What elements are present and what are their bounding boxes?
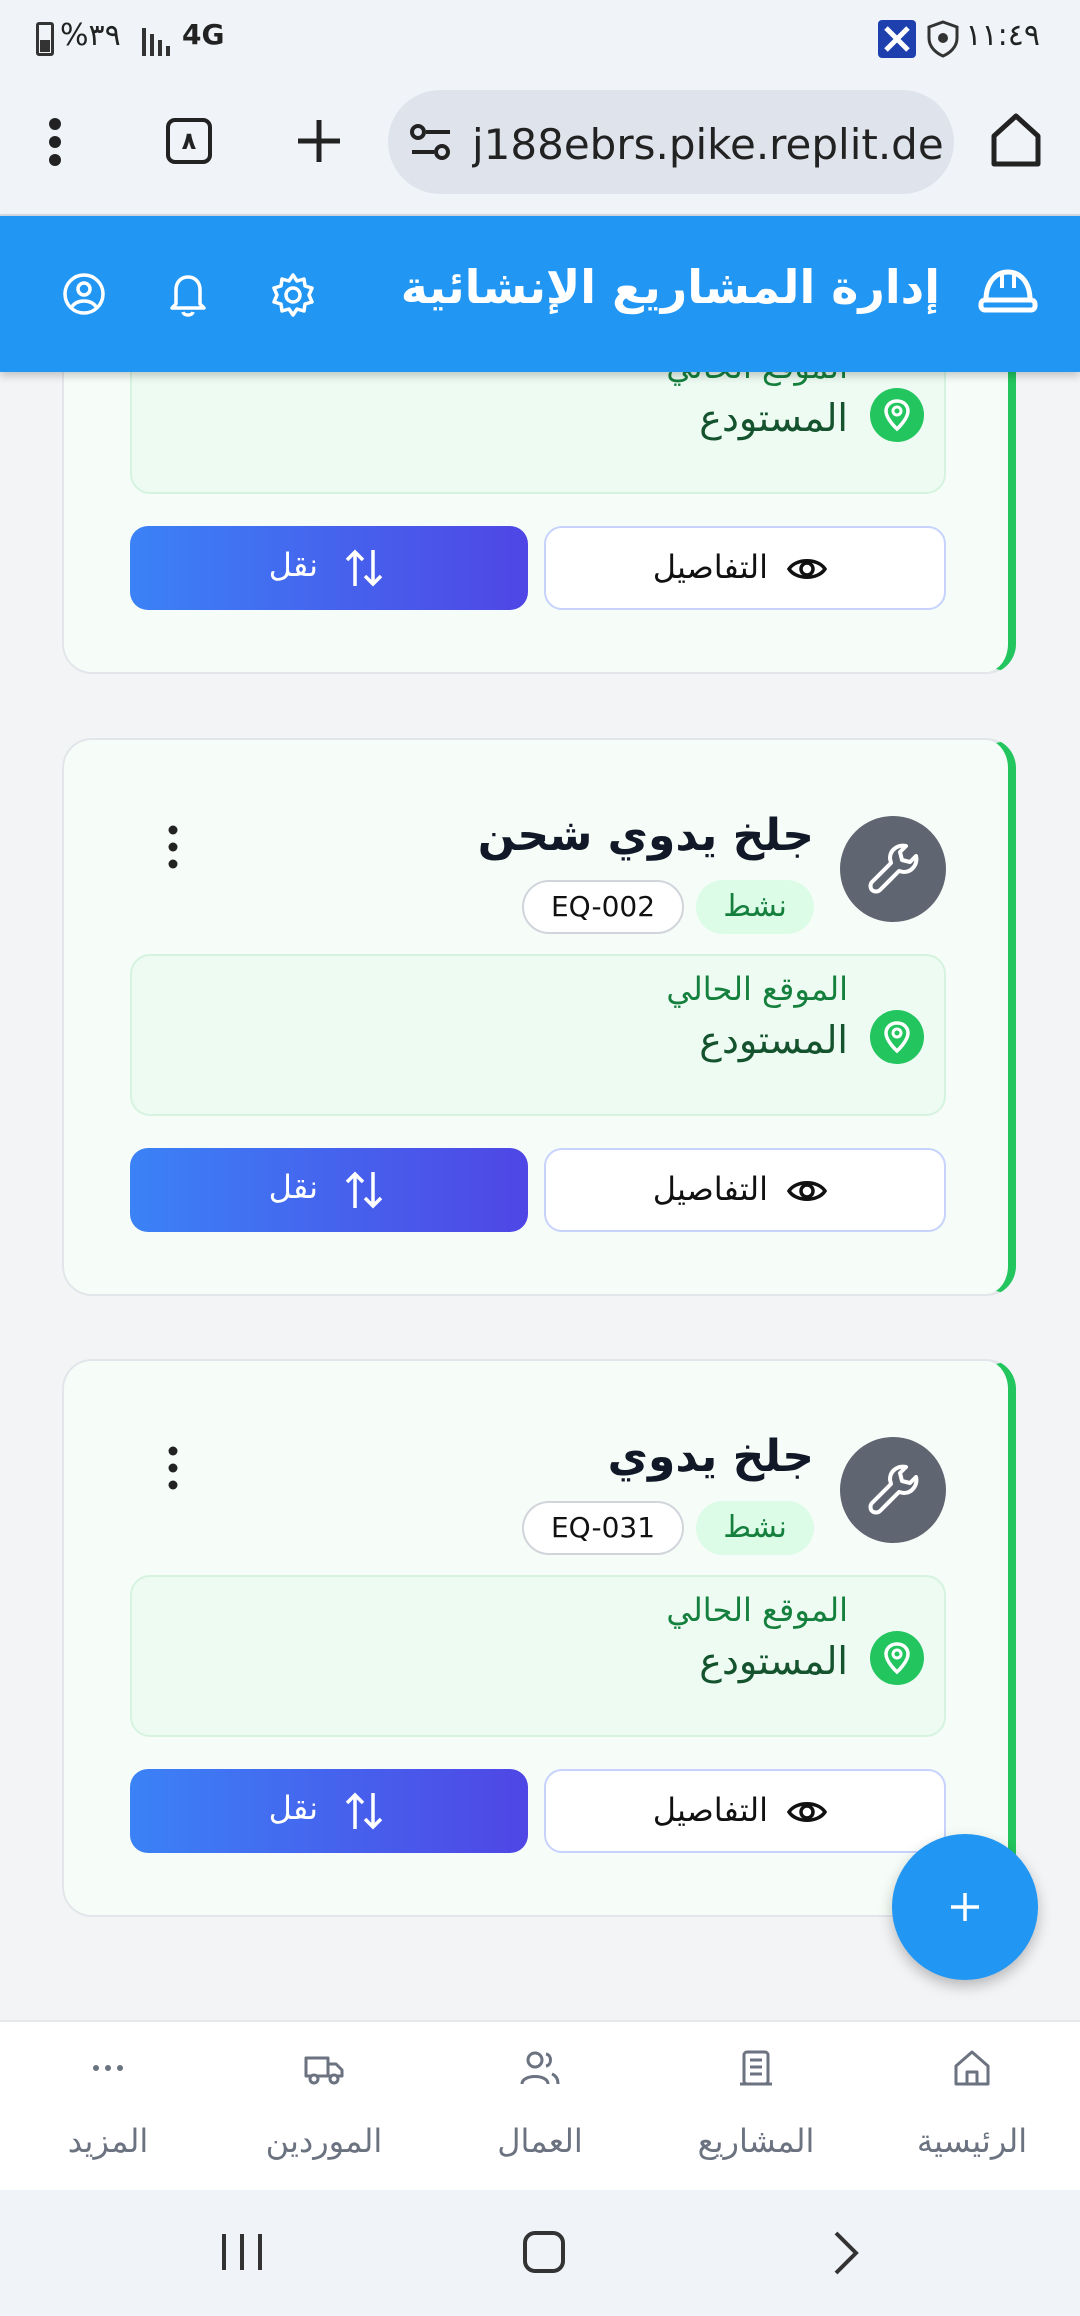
move-button[interactable]: نقل	[130, 1148, 528, 1232]
details-label: التفاصيل	[652, 1791, 768, 1829]
details-label: التفاصيل	[652, 548, 768, 586]
location-pin-icon	[870, 388, 924, 442]
system-navigation-bar	[0, 2190, 1080, 2316]
move-label: نقل	[268, 1168, 318, 1206]
transfer-arrows-icon	[344, 1789, 384, 1837]
card-menu-icon[interactable]	[158, 822, 188, 872]
profile-icon[interactable]	[62, 272, 106, 320]
move-label: نقل	[268, 546, 318, 584]
eye-icon	[786, 1174, 828, 1212]
tab-count-button[interactable]: ٨	[166, 118, 212, 164]
battery-percent: %٣٩	[60, 18, 121, 53]
url-text: j188ebrs.pike.replit.dev	[472, 120, 942, 169]
location-box: الموقع الحالي المستودع	[130, 1575, 946, 1737]
eye-icon	[786, 1795, 828, 1833]
new-tab-icon[interactable]	[296, 118, 342, 168]
bottom-navigation: الرئيسية المشاريع العمال الموردين المزيد	[0, 2020, 1080, 2190]
nav-item-projects[interactable]: المشاريع	[648, 2022, 864, 2192]
app-header: إدارة المشاريع الإنشائية	[0, 216, 1080, 372]
app-notification-icon	[878, 20, 916, 58]
status-bar: ١١:٤٩ %٣٩ 4G	[0, 0, 1080, 80]
details-label: التفاصيل	[652, 1170, 768, 1208]
nav-label: المشاريع	[697, 2122, 815, 2160]
page-title: إدارة المشاريع الإنشائية	[400, 260, 940, 314]
location-value: المستودع	[699, 396, 848, 440]
equipment-name: جلخ يدوي شحن	[477, 810, 814, 861]
card-menu-icon[interactable]	[158, 1443, 188, 1493]
location-label: الموقع الحالي	[666, 970, 848, 1008]
browser-menu-icon[interactable]	[46, 116, 64, 172]
address-bar[interactable]: j188ebrs.pike.replit.dev	[388, 90, 954, 194]
helmet-icon	[978, 260, 1038, 324]
browser-toolbar: ٨ j188ebrs.pike.replit.dev	[0, 80, 1080, 216]
nav-item-suppliers[interactable]: الموردين	[216, 2022, 432, 2192]
site-settings-icon[interactable]	[410, 122, 452, 166]
nav-label: المزيد	[67, 2122, 149, 2160]
nav-item-home[interactable]: الرئيسية	[864, 2022, 1080, 2192]
location-value: المستودع	[699, 1018, 848, 1062]
location-label: الموقع الحالي	[666, 1591, 848, 1629]
move-button[interactable]: نقل	[130, 526, 528, 610]
move-label: نقل	[268, 1789, 318, 1827]
wrench-icon	[840, 1437, 946, 1543]
settings-icon[interactable]	[270, 272, 316, 322]
status-badge: نشط	[696, 880, 814, 934]
transfer-arrows-icon	[344, 546, 384, 594]
eye-icon	[786, 552, 828, 590]
location-box: الموقع الحالي المستودع	[130, 954, 946, 1116]
nav-label: الرئيسية	[916, 2122, 1028, 2160]
status-time: ١١:٤٩	[965, 18, 1040, 53]
equipment-card: جلخ يدوي نشط EQ-031 الموقع الحالي المستو…	[62, 1359, 1016, 1917]
status-badge: نشط	[696, 1501, 814, 1555]
signal-icon	[142, 24, 176, 60]
details-button[interactable]: التفاصيل	[544, 526, 946, 610]
details-button[interactable]: التفاصيل	[544, 1148, 946, 1232]
location-pin-icon	[870, 1631, 924, 1685]
recent-apps-icon[interactable]	[220, 2232, 264, 2276]
back-icon[interactable]	[830, 2230, 860, 2280]
plus-icon	[949, 1891, 981, 1927]
transfer-arrows-icon	[344, 1168, 384, 1216]
details-button[interactable]: التفاصيل	[544, 1769, 946, 1853]
wrench-icon	[840, 816, 946, 922]
notifications-icon[interactable]	[166, 270, 210, 322]
equipment-code-badge: EQ-031	[522, 1501, 684, 1555]
shield-icon	[926, 20, 960, 62]
location-value: المستودع	[699, 1639, 848, 1683]
nav-label: الموردين	[265, 2122, 383, 2160]
home-icon[interactable]	[990, 112, 1042, 172]
nav-item-more[interactable]: المزيد	[0, 2022, 216, 2192]
equipment-card: جلخ يدوي شحن نشط EQ-002 الموقع الحالي ال…	[62, 738, 1016, 1296]
location-pin-icon	[870, 1010, 924, 1064]
nav-item-workers[interactable]: العمال	[432, 2022, 648, 2192]
move-button[interactable]: نقل	[130, 1769, 528, 1853]
battery-icon	[36, 22, 54, 56]
home-button-icon[interactable]	[522, 2230, 566, 2278]
equipment-name: جلخ يدوي	[607, 1431, 814, 1482]
network-type: 4G	[182, 18, 225, 51]
add-equipment-button[interactable]	[892, 1834, 1038, 1980]
nav-label: العمال	[497, 2122, 583, 2160]
equipment-code-badge: EQ-002	[522, 880, 684, 934]
